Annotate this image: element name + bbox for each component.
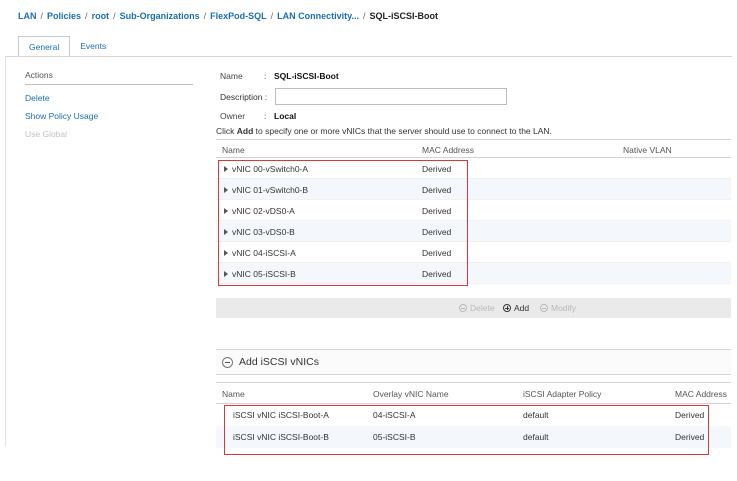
breadcrumb-separator: / <box>85 11 88 21</box>
tab-bar: General Events <box>18 36 116 57</box>
description-row: Description : <box>220 92 267 102</box>
tab-events[interactable]: Events <box>70 36 116 57</box>
actions-panel: Actions Delete Show Policy Usage Use Glo… <box>25 70 193 139</box>
iscsi-section-title: Add iSCSI vNICs <box>239 356 319 368</box>
breadcrumb-separator: / <box>40 11 44 21</box>
owner-value: Local <box>274 111 297 121</box>
breadcrumb-current: SQL-iSCSI-Boot <box>369 11 439 21</box>
delete-action[interactable]: Delete <box>25 93 193 103</box>
hint-add: Add <box>236 126 254 136</box>
tab-divider <box>5 56 732 57</box>
column-mac-address[interactable]: MAC Address <box>422 145 474 155</box>
breadcrumb-root[interactable]: root <box>92 11 110 21</box>
show-policy-usage-action[interactable]: Show Policy Usage <box>25 111 193 121</box>
use-global-action: Use Global <box>25 129 68 139</box>
breadcrumb-policies[interactable]: Policies <box>47 11 81 21</box>
iscsi-section-header[interactable]: Add iSCSI vNICs <box>216 349 731 375</box>
column-iscsi-adapter-policy[interactable]: iSCSI Adapter Policy <box>523 389 601 399</box>
breadcrumb-flexpod-sql[interactable]: FlexPod-SQL <box>210 11 267 21</box>
owner-label: Owner <box>220 111 246 121</box>
column-name[interactable]: Name <box>222 389 245 399</box>
owner-colon: : <box>264 111 267 121</box>
breadcrumb-lan-connectivity[interactable]: LAN Connectivity... <box>277 11 359 21</box>
owner-row: Owner : Local <box>220 111 296 121</box>
collapse-circle-icon[interactable] <box>222 356 233 368</box>
name-colon: : <box>264 71 267 81</box>
name-value: SQL-iSCSI-Boot <box>274 71 339 81</box>
vnic-table-header: Name MAC Address Native VLAN <box>216 139 731 158</box>
breadcrumb-sub-organizations[interactable]: Sub-Organizations <box>120 11 200 21</box>
toolbar-add-label: Add <box>514 303 530 313</box>
toolbar-delete-label: Delete <box>470 303 495 313</box>
add-hint: Click Add to specify one or more vNICs t… <box>216 126 552 136</box>
name-row: Name : SQL-iSCSI-Boot <box>220 71 339 81</box>
column-mac-address[interactable]: MAC Address <box>675 389 727 399</box>
column-overlay-vnic-name[interactable]: Overlay vNIC Name <box>373 389 449 399</box>
breadcrumb-separator: / <box>270 11 274 21</box>
toolbar-delete-button: Delete <box>459 303 495 313</box>
toolbar-modify-button: Modify <box>540 303 576 313</box>
name-label: Name <box>220 71 243 81</box>
toolbar-add-button[interactable]: Add <box>503 303 529 313</box>
iscsi-highlight-box <box>224 405 709 455</box>
vnic-toolbar: Delete Add Modify <box>216 298 731 318</box>
description-label: Description : <box>220 92 268 102</box>
actions-title: Actions <box>25 70 193 85</box>
plus-circle-icon <box>503 304 511 312</box>
hint-prefix: Click <box>216 126 237 136</box>
description-input[interactable] <box>275 88 507 105</box>
breadcrumb-lan[interactable]: LAN <box>18 11 37 21</box>
minus-circle-icon <box>459 304 467 312</box>
vnic-highlight-box <box>218 160 468 286</box>
breadcrumb-separator: / <box>113 11 116 21</box>
hint-suffix: to specify one or more vNICs that the se… <box>253 126 552 136</box>
toolbar-modify-label: Modify <box>551 303 577 313</box>
column-native-vlan[interactable]: Native VLAN <box>623 145 672 155</box>
gear-icon <box>540 304 548 312</box>
iscsi-table-header: Name Overlay vNIC Name iSCSI Adapter Pol… <box>216 382 731 404</box>
breadcrumb-separator: / <box>203 11 207 21</box>
tab-general[interactable]: General <box>18 36 71 57</box>
panel-border <box>5 56 6 446</box>
column-name[interactable]: Name <box>222 145 245 155</box>
breadcrumb: LAN / Policies / root / Sub-Organizations / Flex… <box>18 11 438 21</box>
breadcrumb-separator: / <box>362 11 366 21</box>
